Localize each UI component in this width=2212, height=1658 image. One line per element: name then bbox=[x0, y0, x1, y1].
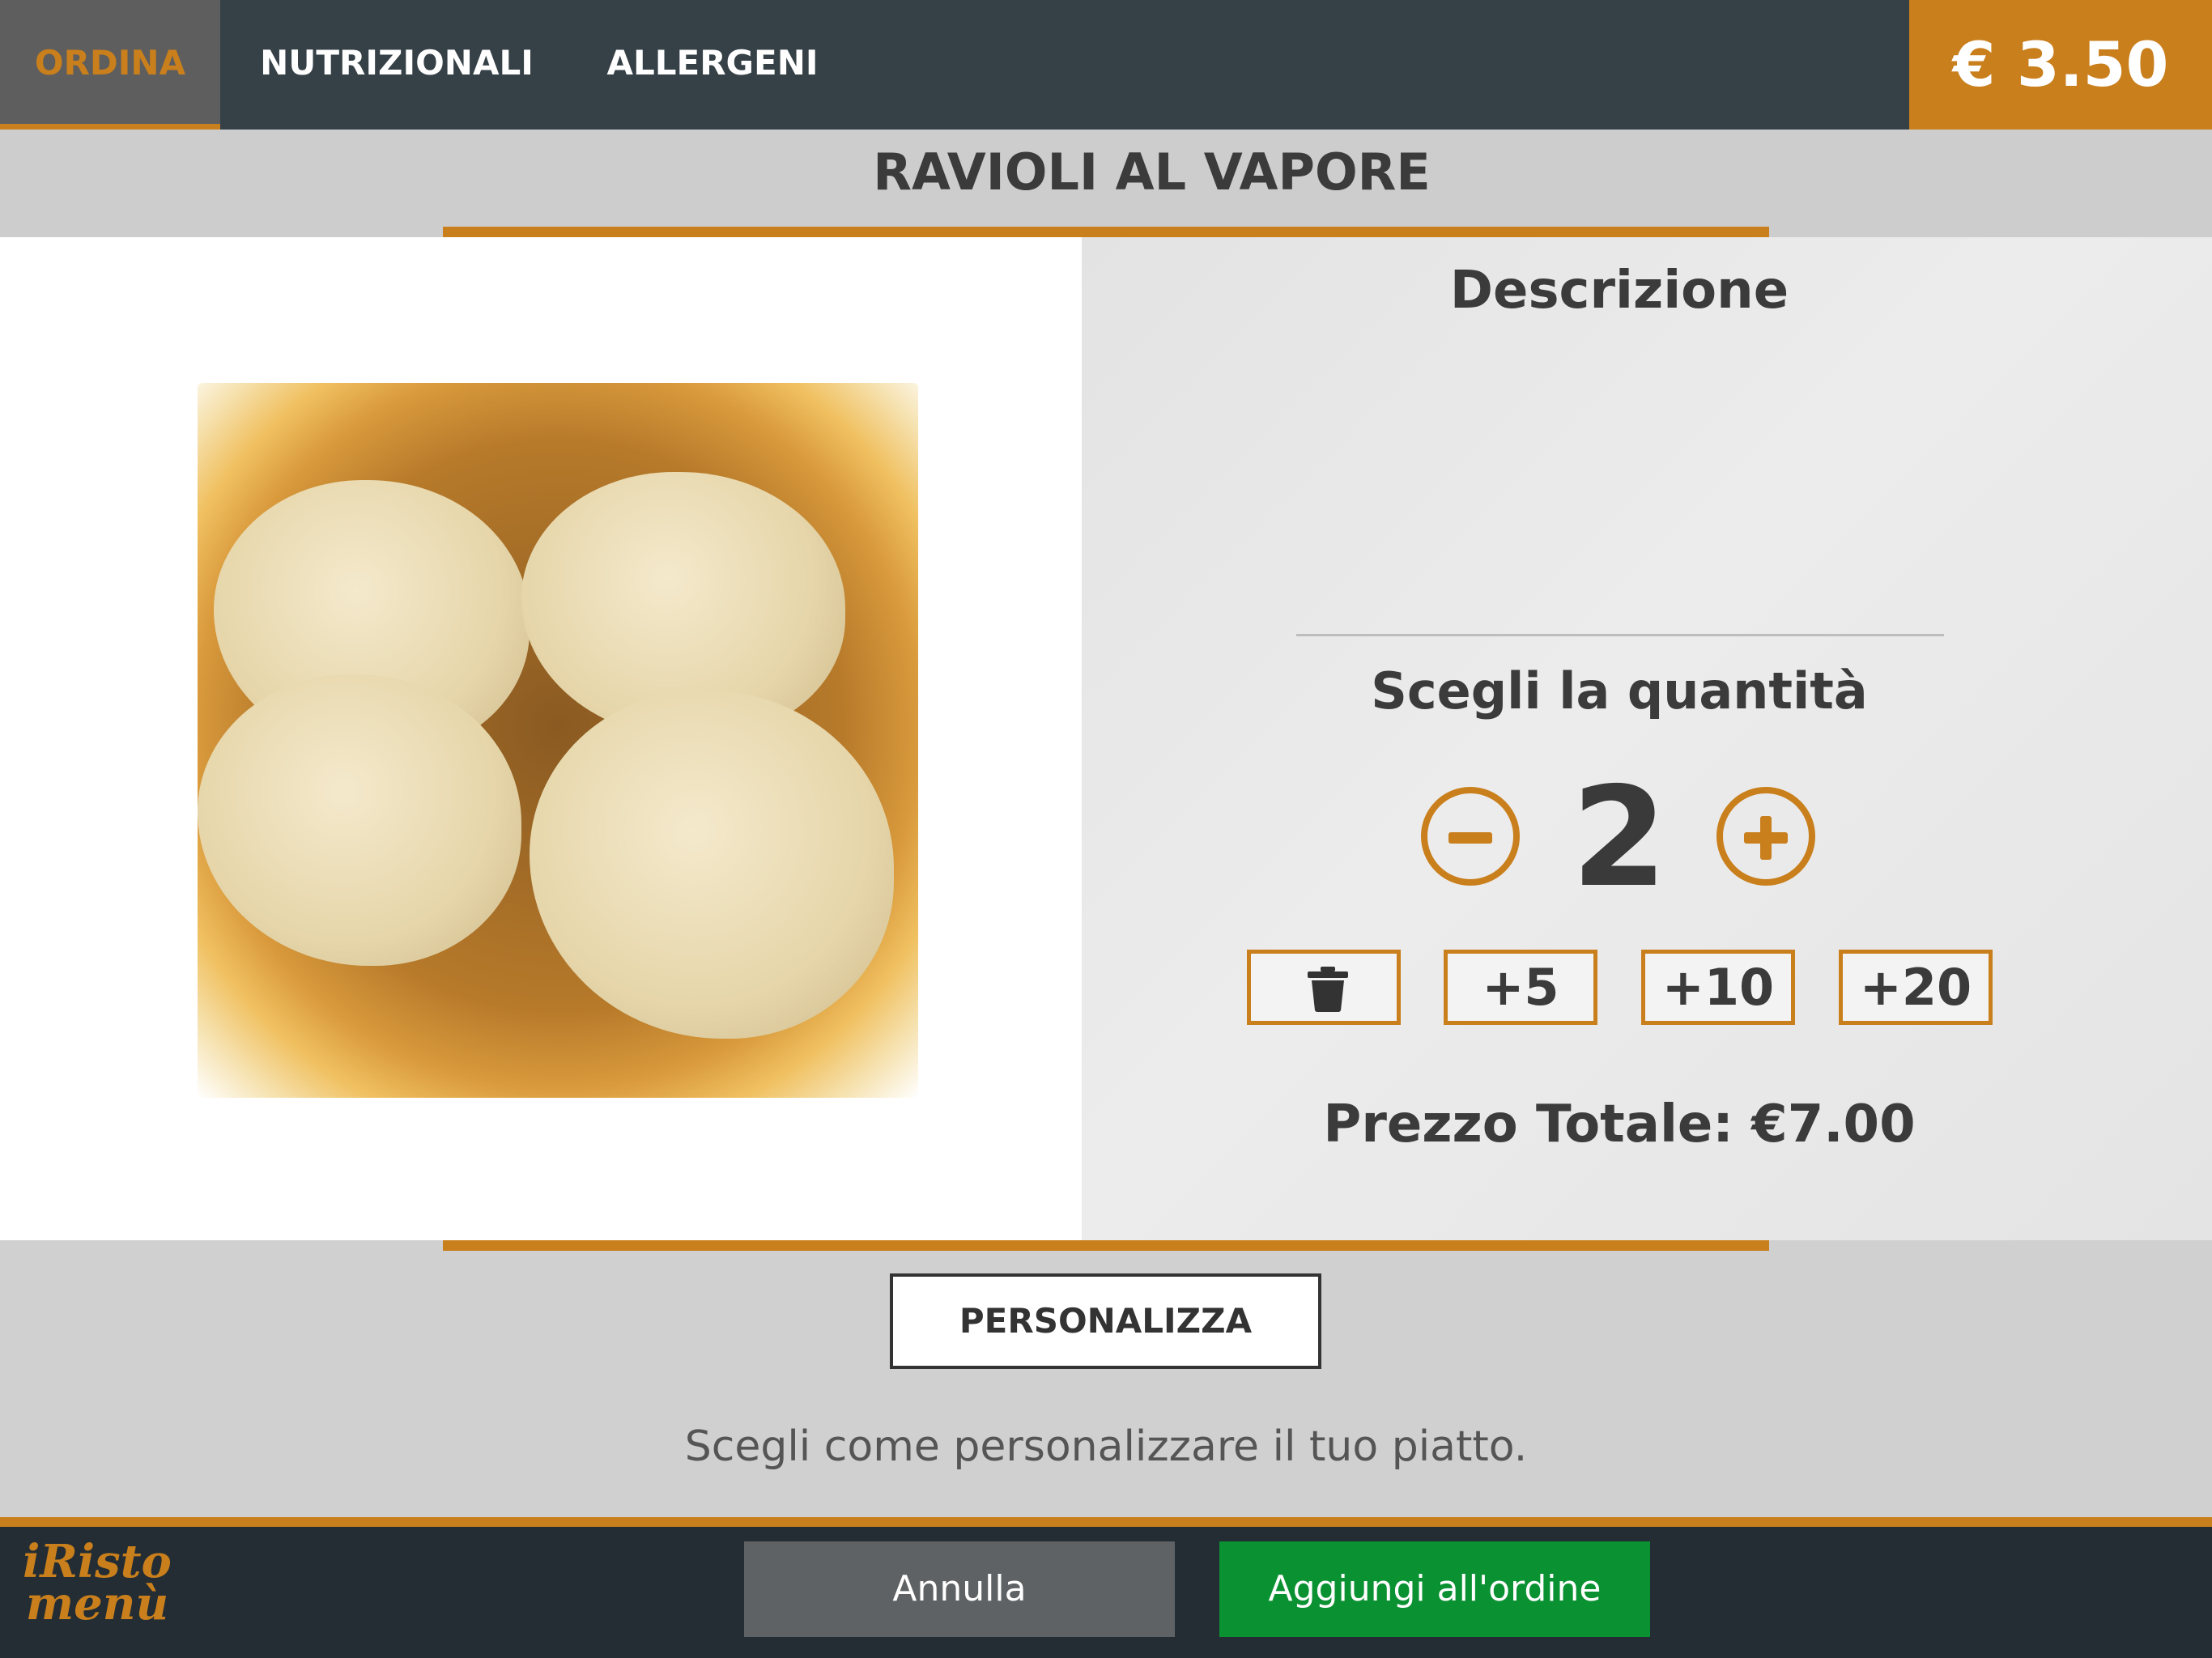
iristo-logo: iRisto menù bbox=[16, 1538, 178, 1643]
quantity-label: Scegli la quantità bbox=[1371, 661, 1868, 721]
add-20-button[interactable]: +20 bbox=[1839, 950, 1993, 1025]
divider bbox=[1296, 634, 1944, 636]
content-underline bbox=[443, 1240, 1769, 1251]
tab-ordina[interactable]: ORDINA bbox=[0, 0, 220, 130]
add-10-button[interactable]: +10 bbox=[1641, 950, 1795, 1025]
dumplings-photo bbox=[198, 383, 918, 1098]
dumpling bbox=[530, 691, 894, 1039]
top-bar: ORDINA NUTRIZIONALI ALLERGENI € 3.50 bbox=[0, 0, 2212, 130]
dish-title: RAVIOLI AL VAPORE bbox=[873, 142, 1431, 202]
clear-quantity-button[interactable] bbox=[1247, 950, 1401, 1025]
dumpling bbox=[198, 674, 521, 966]
tab-allergeni[interactable]: ALLERGENI bbox=[583, 0, 842, 130]
cancel-button[interactable]: Annulla bbox=[744, 1541, 1175, 1637]
minus-bar bbox=[1448, 832, 1492, 844]
title-underline bbox=[443, 227, 1769, 237]
plus-circle-icon[interactable] bbox=[1716, 787, 1815, 886]
plus-bar-vertical bbox=[1760, 816, 1772, 860]
quantity-value: 2 bbox=[1571, 758, 1668, 918]
info-panel bbox=[1082, 237, 2212, 1240]
total-price: Prezzo Totale: €7.00 bbox=[1323, 1095, 1916, 1154]
add-5-button[interactable]: +5 bbox=[1444, 950, 1597, 1025]
trash-icon bbox=[1308, 967, 1348, 1012]
bottom-rule bbox=[0, 1517, 2212, 1527]
minus-circle-icon[interactable] bbox=[1421, 787, 1520, 886]
customize-hint: Scegli come personalizzare il tuo piatto… bbox=[684, 1422, 1528, 1471]
logo-line-2: menù bbox=[25, 1577, 169, 1630]
add-to-order-button[interactable]: Aggiungi all'ordine bbox=[1219, 1541, 1650, 1637]
description-title: Descrizione bbox=[1449, 261, 1789, 321]
tab-nutrizionali[interactable]: NUTRIZIONALI bbox=[251, 0, 542, 130]
personalizza-button[interactable]: PERSONALIZZA bbox=[890, 1273, 1321, 1369]
unit-price: € 3.50 bbox=[1909, 0, 2212, 130]
